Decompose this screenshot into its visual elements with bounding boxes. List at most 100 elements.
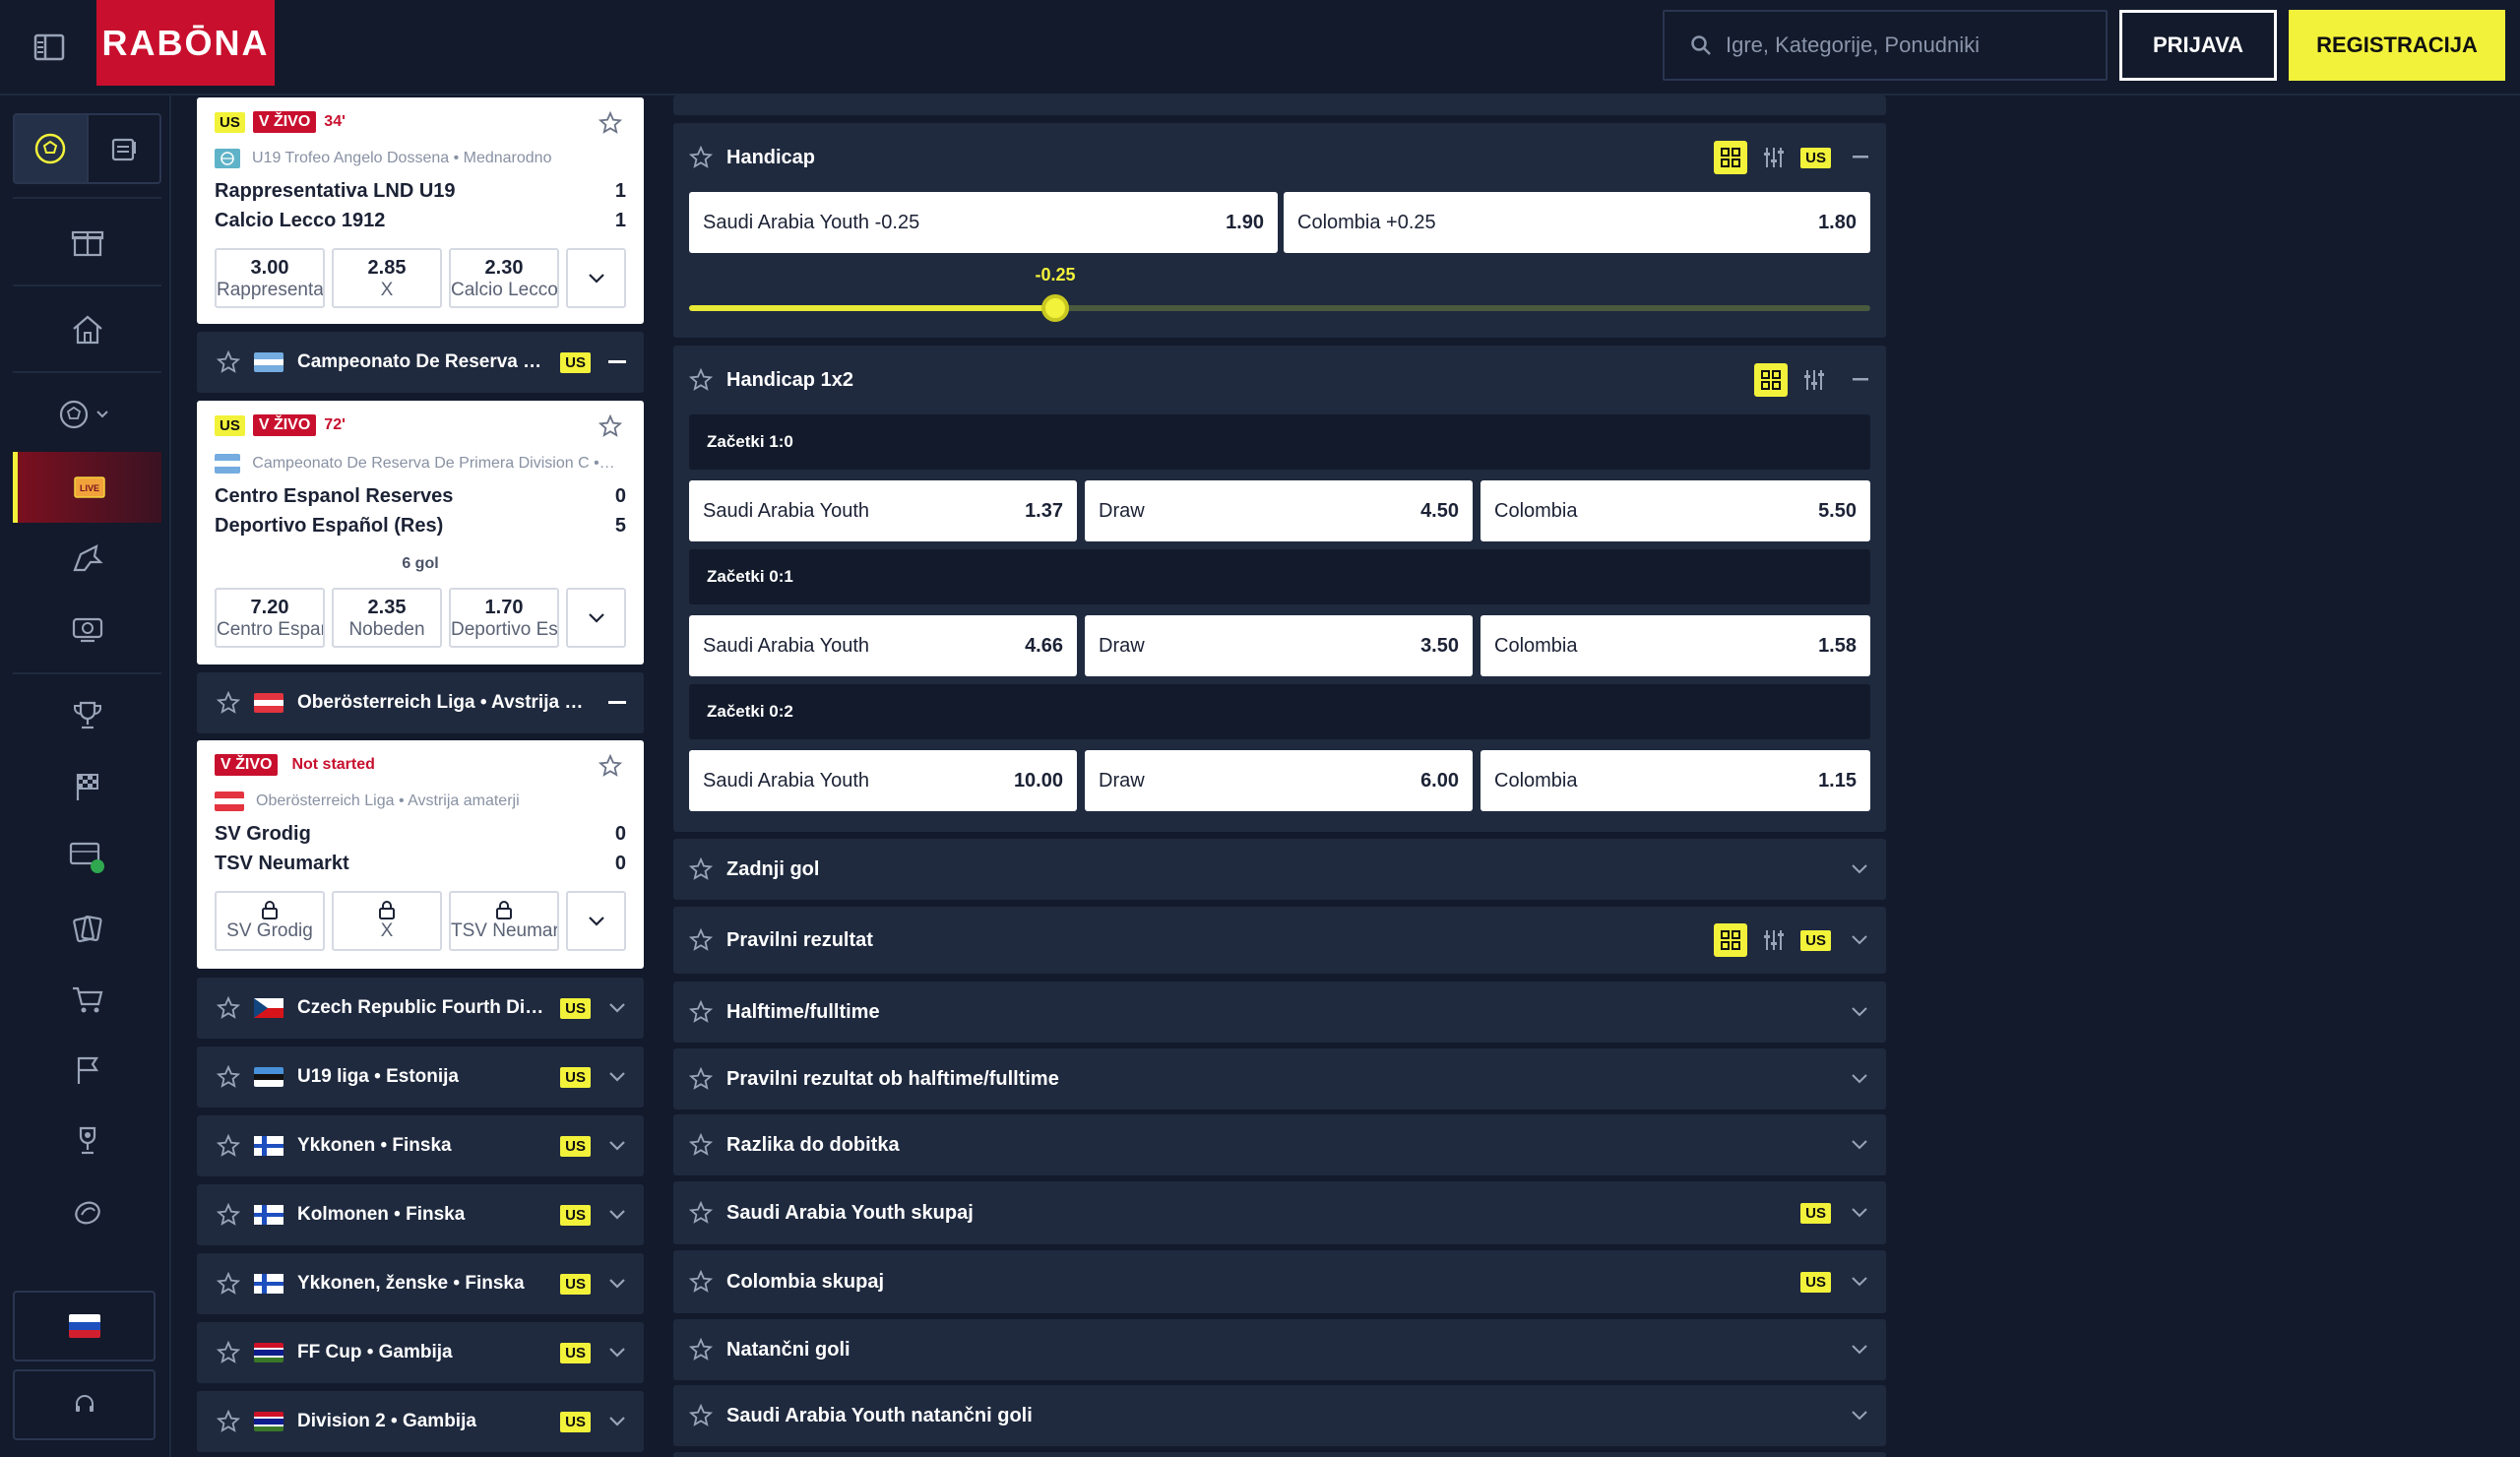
handicap-slider-handle[interactable]	[1041, 294, 1069, 322]
favorite-star-icon[interactable]	[217, 691, 240, 715]
racing-flag-icon[interactable]	[13, 757, 161, 816]
casino-mode-icon[interactable]	[89, 115, 160, 182]
live-stream-icon[interactable]	[13, 828, 161, 887]
favorite-star-icon[interactable]	[689, 1338, 713, 1362]
favorite-star-icon[interactable]	[217, 1203, 240, 1227]
chevron-down-icon[interactable]	[1851, 1073, 1868, 1085]
odd-button[interactable]: Draw 6.00	[1085, 750, 1473, 811]
odd-button[interactable]: Saudi Arabia Youth 4.66	[689, 615, 1077, 676]
favorite-star-icon[interactable]	[689, 1404, 713, 1427]
odd-home-button[interactable]: 3.00Rappresentativa LND U19	[215, 248, 325, 308]
league-group-header[interactable]: Division 2 • Gambija US	[197, 1391, 644, 1452]
favorite-star-icon[interactable]	[689, 1000, 713, 1024]
register-button[interactable]: REGISTRACIJA	[2289, 10, 2505, 81]
odd-button[interactable]: Colombia +0.25 1.80	[1284, 192, 1870, 253]
sports-menu-icon[interactable]	[13, 385, 161, 444]
login-button[interactable]: PRIJAVA	[2119, 10, 2277, 81]
favorite-star-icon[interactable]	[598, 111, 622, 135]
favorite-star-icon[interactable]	[217, 1341, 240, 1364]
odd-away-button[interactable]: 1.70Deportivo Español (Res)	[449, 588, 559, 648]
tournament-icon[interactable]	[13, 1111, 161, 1171]
market-row[interactable]: Pravilni rezultat ob halftime/fulltime	[673, 1048, 1886, 1109]
odd-button[interactable]: Saudi Arabia Youth -0.25 1.90	[689, 192, 1278, 253]
chevron-down-icon[interactable]	[1851, 1276, 1868, 1288]
gift-icon[interactable]	[13, 212, 161, 271]
grid-view-icon[interactable]	[1714, 923, 1748, 957]
chevron-down-icon[interactable]	[608, 1278, 626, 1290]
search-input[interactable]	[1726, 32, 2090, 58]
favorite-star-icon[interactable]	[217, 1410, 240, 1433]
home-icon[interactable]	[13, 300, 161, 359]
market-row[interactable]: Saudi Arabia Youth natančni goli	[673, 1385, 1886, 1446]
league-group-header[interactable]: Czech Republic Fourth Division US	[197, 978, 644, 1039]
trophy-icon[interactable]	[13, 686, 161, 745]
grid-view-icon[interactable]	[1714, 141, 1748, 174]
odd-draw-button[interactable]: 2.85 X	[332, 248, 442, 308]
chevron-down-icon[interactable]	[608, 1416, 626, 1427]
odd-button[interactable]: Draw 4.50	[1085, 480, 1473, 541]
slider-view-icon[interactable]	[1797, 363, 1831, 397]
chevron-down-icon[interactable]	[1851, 1344, 1868, 1356]
live-icon[interactable]: LIVE	[13, 452, 161, 523]
odd-button[interactable]: Colombia 1.58	[1480, 615, 1870, 676]
handicap-slider[interactable]	[689, 294, 1870, 322]
league-group-header[interactable]: Ykkonen • Finska US	[197, 1115, 644, 1176]
match-card[interactable]: V ŽIVO Not started Oberösterreich Liga •…	[197, 740, 644, 969]
league-group-header[interactable]: Oberösterreich Liga • Avstrija amaterji	[197, 672, 644, 733]
match-card[interactable]: US V ŽIVO 34' U19 Trofeo Angelo Dossena …	[197, 97, 644, 324]
virtual-sports-icon[interactable]	[13, 529, 161, 588]
chevron-down-icon[interactable]	[1851, 1006, 1868, 1018]
chevron-down-icon[interactable]	[608, 1347, 626, 1359]
collapse-icon[interactable]	[608, 360, 626, 364]
odd-button[interactable]: Colombia 5.50	[1480, 480, 1870, 541]
league-group-header[interactable]: Ykkonen, ženske • Finska US	[197, 1253, 644, 1314]
chevron-down-icon[interactable]	[608, 1071, 626, 1083]
collapse-icon[interactable]	[608, 701, 626, 705]
language-flag-icon[interactable]	[13, 1291, 156, 1362]
chevron-down-icon[interactable]	[1851, 1410, 1868, 1422]
odd-button[interactable]: Colombia 1.15	[1480, 750, 1870, 811]
favorite-star-icon[interactable]	[217, 996, 240, 1020]
collapse-icon[interactable]	[1853, 156, 1868, 159]
market-row[interactable]: Razlika do dobitka	[673, 1114, 1886, 1175]
cards-icon[interactable]	[13, 899, 161, 958]
league-group-header[interactable]: FF Cup • Gambija US	[197, 1322, 644, 1383]
favorite-star-icon[interactable]	[689, 1270, 713, 1294]
odd-away-button[interactable]: TSV Neumarkt	[449, 891, 559, 951]
odd-draw-button[interactable]: X	[332, 891, 442, 951]
chevron-down-icon[interactable]	[1851, 934, 1868, 946]
more-markets-button[interactable]	[566, 248, 626, 308]
favorite-star-icon[interactable]	[689, 1133, 713, 1157]
market-row[interactable]: Natančni goli	[673, 1319, 1886, 1380]
league-group-header[interactable]: Campeonato De Reserva De Primera Divisio…	[197, 332, 644, 393]
favorite-star-icon[interactable]	[598, 754, 622, 778]
esports-icon[interactable]	[13, 600, 161, 659]
market-row[interactable]: Colombia skupaj US	[673, 1250, 1886, 1313]
favorite-star-icon[interactable]	[689, 368, 713, 392]
search-box[interactable]	[1663, 10, 2108, 81]
grid-view-icon[interactable]	[1754, 363, 1788, 397]
collapse-icon[interactable]	[1853, 378, 1868, 382]
favorite-star-icon[interactable]	[217, 1272, 240, 1296]
chevron-down-icon[interactable]	[608, 1002, 626, 1014]
market-row[interactable]: Pravilni rezultat US	[673, 907, 1886, 974]
favorite-star-icon[interactable]	[598, 414, 622, 438]
market-row[interactable]: Halftime/fulltime	[673, 982, 1886, 1043]
favorite-star-icon[interactable]	[689, 1201, 713, 1225]
odd-home-button[interactable]: SV Grodig	[215, 891, 325, 951]
cart-icon[interactable]	[13, 970, 161, 1029]
chevron-down-icon[interactable]	[1851, 1139, 1868, 1151]
chevron-down-icon[interactable]	[608, 1140, 626, 1152]
flag-icon[interactable]	[13, 1041, 161, 1100]
odd-button[interactable]: Saudi Arabia Youth 10.00	[689, 750, 1077, 811]
favorite-star-icon[interactable]	[217, 1134, 240, 1158]
league-group-header[interactable]: U19 liga • Estonija US	[197, 1046, 644, 1108]
chevron-down-icon[interactable]	[1851, 863, 1868, 875]
favorite-star-icon[interactable]	[689, 1067, 713, 1091]
slider-view-icon[interactable]	[1757, 141, 1791, 174]
favorite-star-icon[interactable]	[217, 1065, 240, 1089]
favorite-star-icon[interactable]	[689, 146, 713, 169]
support-icon[interactable]	[13, 1369, 156, 1440]
favorite-star-icon[interactable]	[217, 350, 240, 374]
odd-home-button[interactable]: 7.20Centro Espanol Reserves	[215, 588, 325, 648]
